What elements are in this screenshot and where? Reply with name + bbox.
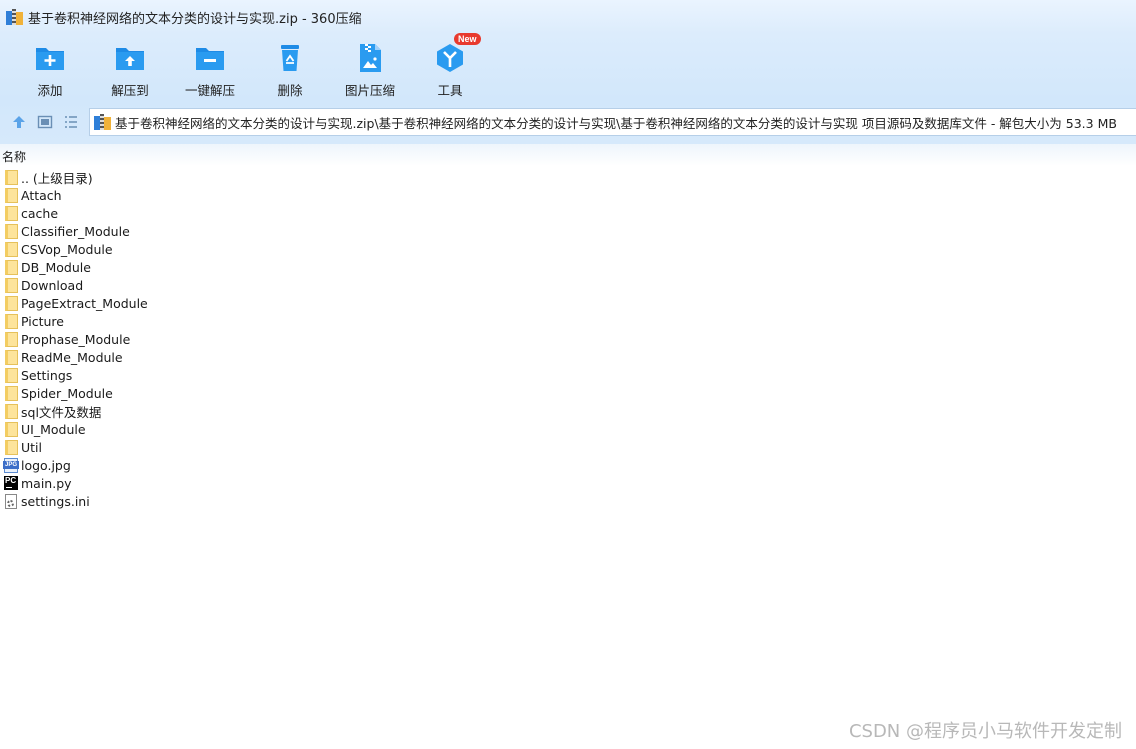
file-list: .. (上级目录) Attach cache Classifier_Module… <box>0 168 1136 510</box>
list-item[interactable]: JPG logo.jpg <box>0 456 1136 474</box>
watermark: CSDN @程序员小马软件开发定制 <box>848 721 1122 742</box>
one-click-extract-button[interactable]: 一键解压 <box>170 34 250 100</box>
column-header-name[interactable]: 名称 <box>0 144 1136 166</box>
column-name-label: 名称 <box>2 150 27 164</box>
list-item[interactable]: CSVop_Module <box>0 240 1136 258</box>
file-name: .. (上级目录) <box>21 170 93 186</box>
tools-icon <box>437 44 463 72</box>
file-name: logo.jpg <box>21 457 71 473</box>
up-arrow-icon <box>13 116 25 128</box>
folder-icon <box>3 313 19 329</box>
list-item[interactable]: Util <box>0 438 1136 456</box>
tools-label: 工具 <box>437 83 463 98</box>
folder-icon <box>3 169 19 185</box>
list-item[interactable]: Classifier_Module <box>0 222 1136 240</box>
file-name: Classifier_Module <box>21 223 130 239</box>
pycharm-file-icon: PC <box>3 475 19 491</box>
folder-icon <box>3 385 19 401</box>
delete-button[interactable]: 删除 <box>250 34 330 100</box>
delete-label: 删除 <box>277 83 303 98</box>
archive-app-icon <box>6 9 24 25</box>
address-bar[interactable]: 基于卷积神经网络的文本分类的设计与实现.zip\基于卷积神经网络的文本分类的设计… <box>89 108 1136 136</box>
window-title: 基于卷积神经网络的文本分类的设计与实现.zip - 360压缩 <box>28 11 362 27</box>
jpg-file-icon: JPG <box>3 457 19 473</box>
up-button[interactable] <box>6 109 32 135</box>
file-name: UI_Module <box>21 421 86 437</box>
list-item[interactable]: Prophase_Module <box>0 330 1136 348</box>
thumbnail-view-icon <box>37 115 53 129</box>
folder-icon <box>3 403 19 419</box>
one-click-extract-label: 一键解压 <box>184 83 235 98</box>
folder-icon <box>3 349 19 365</box>
tools-button[interactable]: New 工具 <box>410 33 490 100</box>
list-view-icon <box>65 116 77 128</box>
address-path: 基于卷积神经网络的文本分类的设计与实现.zip\基于卷积神经网络的文本分类的设计… <box>115 115 1117 131</box>
add-folder-icon <box>36 48 64 70</box>
list-item-parent-dir[interactable]: .. (上级目录) <box>0 168 1136 186</box>
file-name: sql文件及数据 <box>21 404 102 420</box>
folder-icon <box>3 295 19 311</box>
list-item[interactable]: DB_Module <box>0 258 1136 276</box>
one-click-extract-icon <box>196 48 224 70</box>
extract-to-label: 解压到 <box>111 83 149 98</box>
file-name: PageExtract_Module <box>21 295 148 311</box>
file-name: Settings <box>21 367 73 383</box>
list-item[interactable]: ReadMe_Module <box>0 348 1136 366</box>
image-compress-label: 图片压缩 <box>344 83 395 98</box>
image-compress-icon <box>360 44 381 72</box>
add-button[interactable]: 添加 <box>10 34 90 100</box>
add-label: 添加 <box>37 83 63 98</box>
title-bar: 基于卷积神经网络的文本分类的设计与实现.zip - 360压缩 <box>0 0 1136 34</box>
list-item[interactable]: sql文件及数据 <box>0 402 1136 420</box>
file-name: Util <box>21 439 42 455</box>
folder-icon <box>3 439 19 455</box>
file-name: Prophase_Module <box>21 331 131 347</box>
folder-icon <box>3 367 19 383</box>
list-item[interactable]: PC main.py <box>0 474 1136 492</box>
extract-to-icon <box>116 48 144 70</box>
image-compress-button[interactable]: 图片压缩 <box>330 34 410 100</box>
file-name: ReadMe_Module <box>21 349 123 365</box>
file-name: cache <box>21 205 59 221</box>
file-name: Download <box>21 277 84 293</box>
list-item[interactable]: UI_Module <box>0 420 1136 438</box>
folder-icon <box>3 331 19 347</box>
extract-to-button[interactable]: 解压到 <box>90 34 170 100</box>
archive-icon <box>94 114 112 130</box>
file-name: Spider_Module <box>21 385 113 401</box>
new-badge: New <box>454 33 481 45</box>
folder-icon <box>3 421 19 437</box>
list-item[interactable]: Spider_Module <box>0 384 1136 402</box>
recycle-bin-icon <box>281 45 299 71</box>
list-item[interactable]: Picture <box>0 312 1136 330</box>
folder-icon <box>3 259 19 275</box>
file-name: main.py <box>21 475 72 491</box>
file-name: Picture <box>21 313 64 329</box>
list-view-button[interactable] <box>58 109 84 135</box>
file-name: settings.ini <box>21 493 90 509</box>
list-item[interactable]: settings.ini <box>0 492 1136 510</box>
list-item[interactable]: Attach <box>0 186 1136 204</box>
file-name: CSVop_Module <box>21 241 113 257</box>
file-name: DB_Module <box>21 259 91 275</box>
folder-icon <box>3 205 19 221</box>
list-item[interactable]: Settings <box>0 366 1136 384</box>
folder-icon <box>3 187 19 203</box>
list-item[interactable]: Download <box>0 276 1136 294</box>
folder-icon <box>3 223 19 239</box>
file-name: Attach <box>21 187 62 203</box>
thumbnail-view-button[interactable] <box>32 109 58 135</box>
folder-icon <box>3 277 19 293</box>
list-item[interactable]: cache <box>0 204 1136 222</box>
toolbar: 添加 解压到 一键解压 删除 图片压缩 New 工具 <box>0 33 1136 100</box>
ini-settings-file-icon <box>3 493 19 509</box>
list-item[interactable]: PageExtract_Module <box>0 294 1136 312</box>
folder-icon <box>3 241 19 257</box>
